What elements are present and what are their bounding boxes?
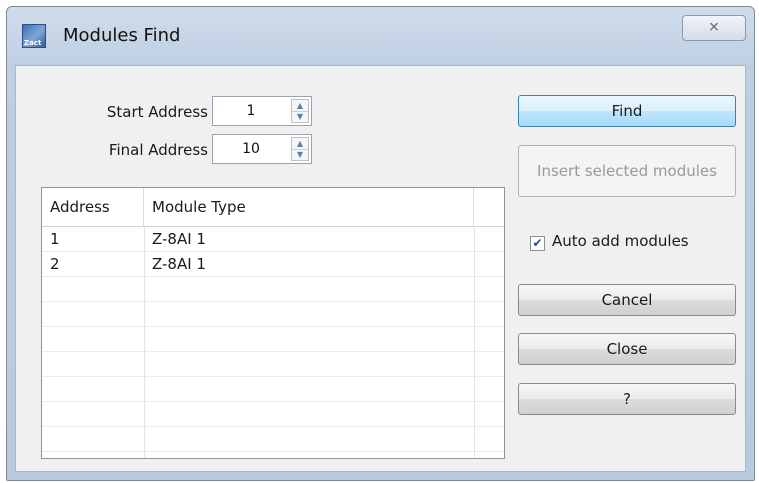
checkmark-icon: ✔ bbox=[532, 236, 543, 250]
table-header: Address Module Type bbox=[42, 188, 504, 227]
auto-add-checkbox[interactable]: ✔ bbox=[530, 236, 545, 251]
start-address-spinbox[interactable]: ▲ ▼ bbox=[212, 96, 312, 126]
address-cell bbox=[42, 452, 144, 458]
address-cell bbox=[42, 427, 144, 451]
close-button[interactable]: Close bbox=[518, 333, 736, 365]
address-cell bbox=[42, 302, 144, 326]
table-row[interactable] bbox=[42, 327, 504, 352]
table-row[interactable] bbox=[42, 352, 504, 377]
insert-selected-modules-button[interactable]: Insert selected modules bbox=[518, 145, 736, 197]
address-cell bbox=[42, 327, 144, 351]
address-cell bbox=[42, 352, 144, 376]
table-row[interactable] bbox=[42, 277, 504, 302]
table-row[interactable]: 2 Z-8AI 1 bbox=[42, 252, 504, 277]
close-icon: ⨯ bbox=[708, 19, 720, 35]
address-cell bbox=[42, 402, 144, 426]
module-type-cell bbox=[144, 277, 474, 301]
start-address-spin-buttons[interactable]: ▲ ▼ bbox=[291, 99, 309, 123]
app-icon-label: Zact bbox=[24, 39, 42, 47]
final-address-label: Final Address bbox=[108, 141, 208, 159]
module-type-cell bbox=[144, 352, 474, 376]
final-address-spinbox[interactable]: ▲ ▼ bbox=[212, 134, 312, 164]
modules-table[interactable]: Address Module Type 1 Z-8AI 1 2 Z-8AI 1 bbox=[41, 187, 505, 459]
address-cell bbox=[42, 377, 144, 401]
dialog-client-area: Start Address ▲ ▼ Final Address ▲ ▼ Addr… bbox=[15, 65, 746, 472]
column-header-address[interactable]: Address bbox=[42, 188, 144, 226]
table-row[interactable] bbox=[42, 302, 504, 327]
final-address-input[interactable] bbox=[213, 135, 289, 163]
start-address-label: Start Address bbox=[106, 103, 208, 121]
window-title: Modules Find bbox=[63, 25, 181, 46]
spin-down-icon[interactable]: ▼ bbox=[292, 111, 308, 122]
modules-find-window: Zact Modules Find ⨯ Start Address ▲ ▼ Fi… bbox=[6, 6, 755, 481]
cancel-button[interactable]: Cancel bbox=[518, 284, 736, 316]
title-bar[interactable]: Zact Modules Find ⨯ bbox=[7, 7, 754, 65]
start-address-input[interactable] bbox=[213, 97, 289, 125]
module-type-cell bbox=[144, 302, 474, 326]
auto-add-modules-label[interactable]: Auto add modules bbox=[552, 232, 689, 250]
spin-down-icon[interactable]: ▼ bbox=[292, 149, 308, 160]
table-row[interactable] bbox=[42, 377, 504, 402]
table-body: 1 Z-8AI 1 2 Z-8AI 1 bbox=[42, 227, 504, 458]
module-type-cell bbox=[144, 377, 474, 401]
table-row[interactable]: 1 Z-8AI 1 bbox=[42, 227, 504, 252]
module-type-cell bbox=[144, 327, 474, 351]
find-button[interactable]: Find bbox=[518, 95, 736, 127]
address-cell: 2 bbox=[50, 255, 60, 273]
address-cell bbox=[42, 277, 144, 301]
module-type-cell: Z-8AI 1 bbox=[152, 230, 206, 248]
zact-app-icon: Zact bbox=[22, 24, 46, 48]
table-row[interactable] bbox=[42, 402, 504, 427]
module-type-cell bbox=[144, 402, 474, 426]
column-header-module-type[interactable]: Module Type bbox=[144, 188, 474, 226]
final-address-spin-buttons[interactable]: ▲ ▼ bbox=[291, 137, 309, 161]
address-cell: 1 bbox=[50, 230, 60, 248]
table-row[interactable] bbox=[42, 427, 504, 452]
close-window-button[interactable]: ⨯ bbox=[682, 15, 746, 41]
module-type-cell bbox=[144, 427, 474, 451]
module-type-cell bbox=[144, 452, 474, 458]
module-type-cell: Z-8AI 1 bbox=[152, 255, 206, 273]
table-row[interactable] bbox=[42, 452, 504, 458]
help-button[interactable]: ? bbox=[518, 383, 736, 415]
